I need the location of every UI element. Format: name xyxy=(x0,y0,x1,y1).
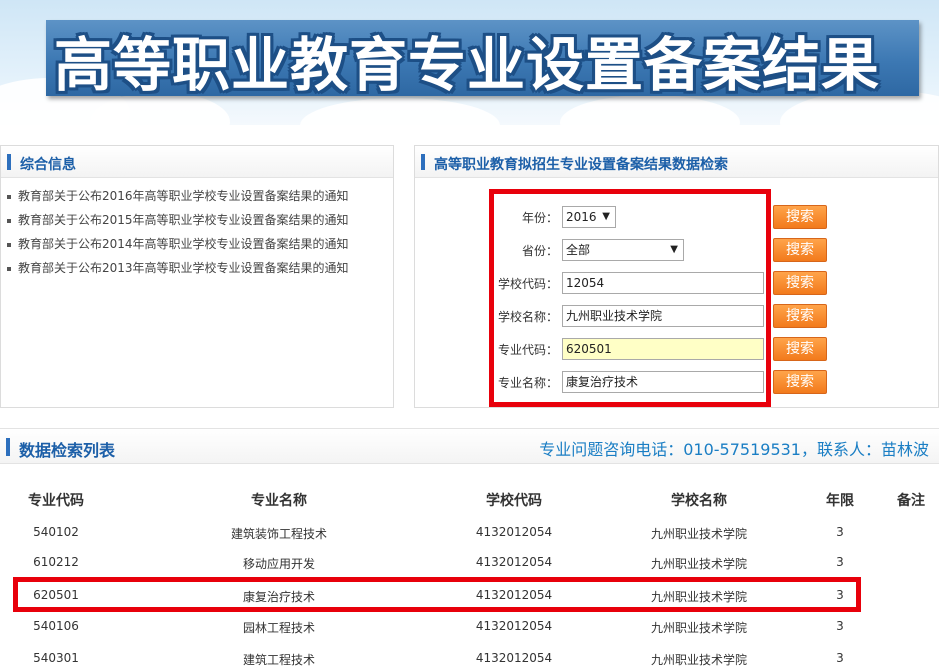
search-button-year[interactable]: 搜索 xyxy=(773,205,827,229)
cell-school-code: 4132012054 xyxy=(475,588,553,602)
header-banner: 高等职业教育专业设置备案结果 xyxy=(0,0,939,125)
search-panel-header: 高等职业教育拟招生专业设置备案结果数据检索 xyxy=(415,146,938,178)
cell-school-code: 4132012054 xyxy=(475,651,553,665)
school-code-label: 学校代码： xyxy=(497,277,558,291)
province-select[interactable]: 全部 ▼ xyxy=(562,239,684,261)
contact-info: 专业问题咨询电话：010-57519531，联系人：苗林波 xyxy=(539,440,929,459)
major-name-input[interactable]: 康复治疗技术 xyxy=(562,371,764,393)
column-header-major-code: 专业代码 xyxy=(28,493,84,509)
cell-major-code: 620501 xyxy=(33,588,79,602)
notice-list: 教育部关于公布2016年高等职业学校专业设置备案结果的通知 教育部关于公布201… xyxy=(1,178,393,280)
cell-major-name: 园林工程技术 xyxy=(242,621,315,635)
search-button-province[interactable]: 搜索 xyxy=(773,238,827,262)
cloud-decoration xyxy=(300,98,500,125)
bullet-icon xyxy=(7,194,11,199)
cell-school-name: 九州职业技术学院 xyxy=(650,653,747,667)
search-button-school-code[interactable]: 搜索 xyxy=(773,271,827,295)
column-header-school-name: 学校名称 xyxy=(671,493,727,509)
cell-years: 3 xyxy=(836,588,844,602)
bullet-icon xyxy=(7,242,11,247)
school-code-row: 学校代码： 12054 xyxy=(496,272,766,294)
section-marker xyxy=(7,154,11,170)
major-code-label: 专业代码： xyxy=(497,343,558,357)
school-code-input[interactable]: 12054 xyxy=(562,272,764,294)
results-title: 数据检索列表 xyxy=(19,441,116,460)
cell-years: 3 xyxy=(836,619,844,633)
notice-link[interactable]: 教育部关于公布2015年高等职业学校专业设置备案结果的通知 xyxy=(7,208,393,232)
search-panel-title: 高等职业教育拟招生专业设置备案结果数据检索 xyxy=(434,157,728,173)
notice-link[interactable]: 教育部关于公布2016年高等职业学校专业设置备案结果的通知 xyxy=(7,184,393,208)
school-name-label: 学校名称： xyxy=(497,310,558,324)
section-marker xyxy=(6,438,10,456)
column-header-remarks: 备注 xyxy=(897,493,925,509)
search-button-major-code[interactable]: 搜索 xyxy=(773,337,827,361)
info-panel-title: 综合信息 xyxy=(20,157,76,173)
cell-major-name: 康复治疗技术 xyxy=(242,590,315,604)
section-marker xyxy=(421,154,425,170)
bullet-icon xyxy=(7,218,11,223)
major-code-row: 专业代码： 620501 xyxy=(496,338,766,360)
school-name-input[interactable]: 九州职业技术学院 xyxy=(562,305,764,327)
province-label: 省份： xyxy=(521,244,558,258)
school-name-row: 学校名称： 九州职业技术学院 xyxy=(496,305,766,327)
column-header-years: 年限 xyxy=(826,493,854,509)
cell-major-name: 建筑装饰工程技术 xyxy=(230,527,327,541)
banner-title: 高等职业教育专业设置备案结果 xyxy=(54,31,881,99)
cell-major-code: 610212 xyxy=(33,555,79,569)
cell-school-name: 九州职业技术学院 xyxy=(650,621,747,635)
search-button-school-name[interactable]: 搜索 xyxy=(773,304,827,328)
cell-school-code: 4132012054 xyxy=(475,555,553,569)
major-name-label: 专业名称： xyxy=(497,376,558,390)
info-panel-header: 综合信息 xyxy=(1,146,393,178)
cell-years: 3 xyxy=(836,651,844,665)
cell-major-code: 540106 xyxy=(33,619,79,633)
cell-years: 3 xyxy=(836,555,844,569)
year-row: 年份： 2016 ▼ xyxy=(496,206,766,228)
bullet-icon xyxy=(7,266,11,271)
cell-school-code: 4132012054 xyxy=(475,619,553,633)
cell-school-name: 九州职业技术学院 xyxy=(650,557,747,571)
dropdown-arrow-icon: ▼ xyxy=(602,211,610,222)
cell-major-name: 建筑工程技术 xyxy=(242,653,315,667)
notice-link[interactable]: 教育部关于公布2014年高等职业学校专业设置备案结果的通知 xyxy=(7,232,393,256)
major-name-row: 专业名称： 康复治疗技术 xyxy=(496,371,766,393)
major-code-input[interactable]: 620501 xyxy=(562,338,764,360)
province-row: 省份： 全部 ▼ xyxy=(496,239,766,261)
cell-major-code: 540301 xyxy=(33,651,79,665)
cell-school-code: 4132012054 xyxy=(475,525,553,539)
info-panel: 综合信息 教育部关于公布2016年高等职业学校专业设置备案结果的通知 教育部关于… xyxy=(0,145,394,408)
cell-years: 3 xyxy=(836,525,844,539)
cell-school-name: 九州职业技术学院 xyxy=(650,590,747,604)
column-header-school-code: 学校代码 xyxy=(486,493,542,509)
search-button-major-name[interactable]: 搜索 xyxy=(773,370,827,394)
notice-link[interactable]: 教育部关于公布2013年高等职业学校专业设置备案结果的通知 xyxy=(7,256,393,280)
year-label: 年份： xyxy=(521,211,558,225)
dropdown-arrow-icon: ▼ xyxy=(670,244,678,255)
results-header: 数据检索列表 专业问题咨询电话：010-57519531，联系人：苗林波 xyxy=(0,428,939,464)
cell-major-code: 540102 xyxy=(33,525,79,539)
year-select[interactable]: 2016 ▼ xyxy=(562,206,616,228)
column-header-major-name: 专业名称 xyxy=(251,493,307,509)
cell-school-name: 九州职业技术学院 xyxy=(650,527,747,541)
cell-major-name: 移动应用开发 xyxy=(242,557,315,571)
